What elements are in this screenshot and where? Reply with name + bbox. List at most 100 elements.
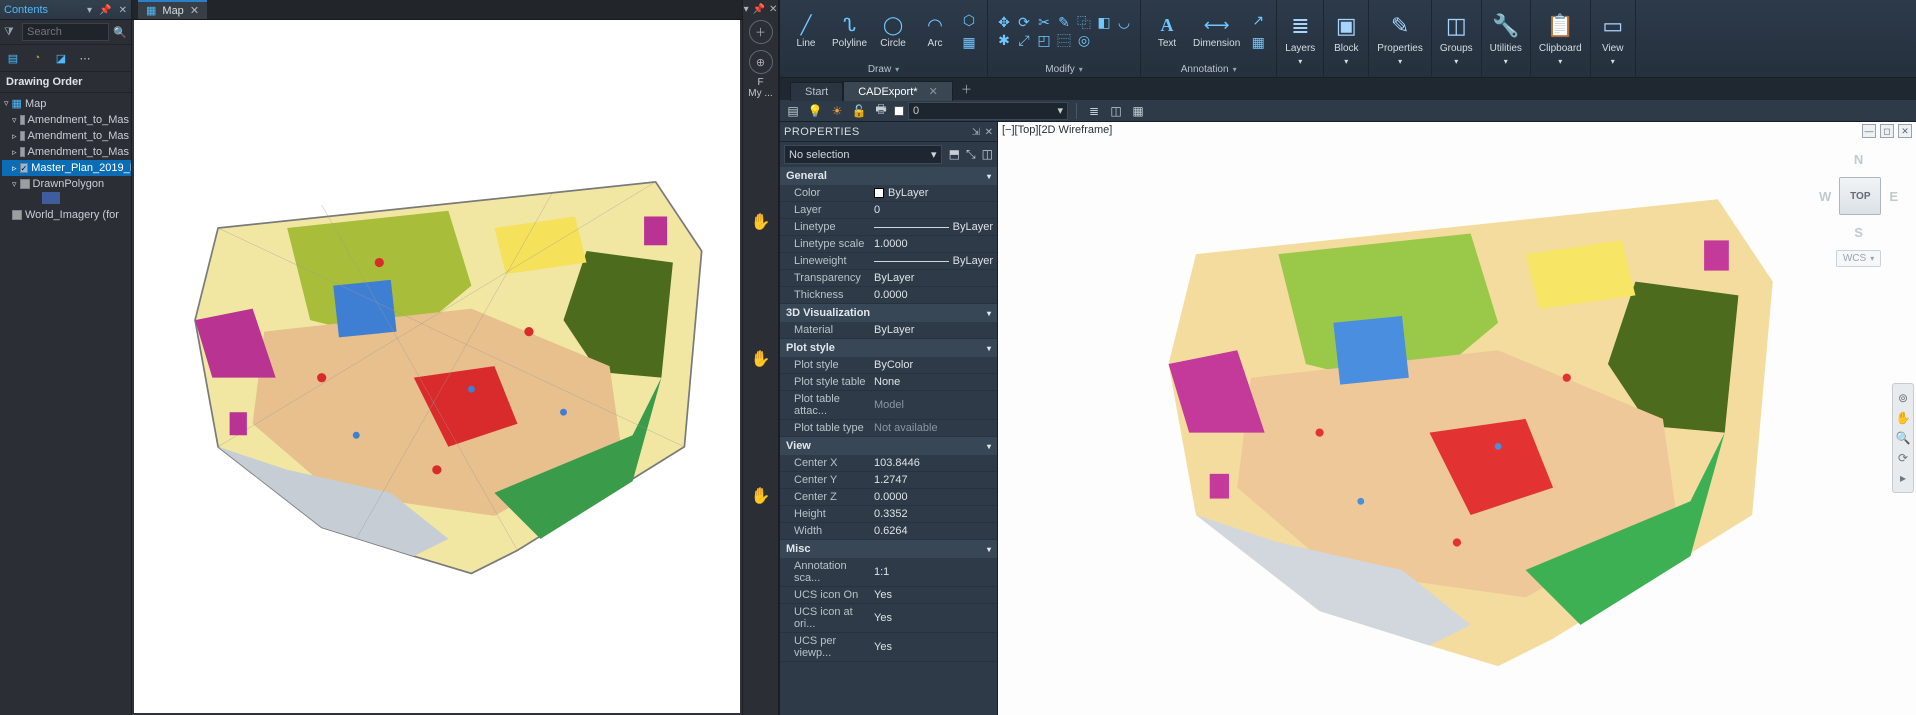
layer-states-icon[interactable]: ≣	[1085, 102, 1103, 120]
close-icon[interactable]: ✕	[929, 86, 938, 98]
close-icon[interactable]: ✕	[190, 4, 199, 17]
orbit-icon[interactable]: ⟳	[1894, 449, 1912, 467]
nav-w[interactable]: W	[1819, 189, 1831, 204]
search-icon[interactable]: 🔍	[113, 26, 127, 39]
map-tab[interactable]: ▦ Map ✕	[138, 0, 207, 19]
layer-checkbox[interactable]: ✓	[20, 163, 29, 173]
pan-tool-icon[interactable]: ✋	[751, 212, 771, 232]
search-input[interactable]	[22, 23, 109, 41]
add-data-icon[interactable]: ＋	[749, 20, 773, 44]
tab-cadexport[interactable]: CADExport* ✕	[843, 81, 953, 101]
minimize-icon[interactable]: —	[1862, 124, 1876, 138]
view-cube[interactable]: N W TOP E S WCS▾	[1819, 152, 1898, 267]
pin-icon[interactable]: 📌	[99, 5, 111, 16]
layer-item[interactable]: ▿ Amendment_to_Mas	[2, 112, 131, 128]
circle-button[interactable]: ◯Circle	[873, 12, 913, 51]
selection-combo[interactable]: No selection▾	[784, 145, 942, 164]
pan-tool-icon[interactable]: ✋	[751, 349, 771, 369]
layer-checkbox[interactable]	[20, 131, 25, 141]
list-by-drawing-order-icon[interactable]: ▤	[4, 49, 22, 67]
layers-button[interactable]: ≣Layers▾	[1277, 0, 1324, 77]
scale-icon[interactable]: ◰	[1034, 32, 1054, 50]
arc-button[interactable]: ◠Arc	[915, 12, 955, 51]
find-icon[interactable]: ⊕	[749, 50, 773, 74]
close-icon[interactable]: ✕	[985, 127, 993, 138]
maximize-icon[interactable]: ◻	[1880, 124, 1894, 138]
line-button[interactable]: ╱Line	[786, 12, 826, 51]
table-icon[interactable]: ▦	[1246, 33, 1270, 53]
layer-item-selected[interactable]: ▹✓ Master_Plan_2019_La	[2, 160, 131, 176]
layer-item[interactable]: World_Imagery (for	[2, 207, 131, 223]
pan-tool-icon[interactable]: ✋	[751, 486, 771, 506]
color-swatch[interactable]	[894, 106, 904, 116]
layer-checkbox[interactable]	[20, 179, 30, 189]
more-icon[interactable]: ⋯	[76, 49, 94, 67]
copy-icon[interactable]: ⿻	[1074, 14, 1094, 32]
offset-icon[interactable]: ◎	[1074, 32, 1094, 50]
erase-icon[interactable]: ✎	[1054, 14, 1074, 32]
clipboard-button[interactable]: 📋Clipboard▾	[1531, 0, 1591, 77]
nav-top-face[interactable]: TOP	[1839, 177, 1881, 215]
close-icon[interactable]: ✕	[769, 4, 777, 15]
layer-checkbox[interactable]	[20, 147, 25, 157]
list-by-selection-icon[interactable]: ◪	[52, 49, 70, 67]
cad-viewport[interactable]: [−][Top][2D Wireframe] — ◻ ✕	[998, 122, 1916, 715]
full-nav-wheel-icon[interactable]: ⊚	[1894, 389, 1912, 407]
cat-general[interactable]: General▾	[780, 167, 997, 185]
map-canvas[interactable]	[134, 20, 740, 713]
leader-icon[interactable]: ↗	[1246, 11, 1270, 31]
layer-combo[interactable]: 0▾	[908, 102, 1068, 120]
layer-props-icon[interactable]: ▤	[784, 102, 802, 120]
stretch-icon[interactable]: ⤢	[1014, 32, 1034, 50]
mini-panel-label[interactable]: My ...	[748, 88, 772, 103]
fillet-icon[interactable]: ◡	[1114, 14, 1134, 32]
view-label[interactable]: [−][Top][2D Wireframe]	[1002, 124, 1112, 136]
cat-misc[interactable]: Misc▾	[780, 540, 997, 558]
map-node[interactable]: ▿ ▦ Map	[2, 95, 131, 112]
chevron-down-icon[interactable]: ▾	[895, 65, 899, 74]
pin-icon[interactable]: ⇲	[972, 127, 981, 138]
text-button[interactable]: AText	[1147, 12, 1187, 51]
utilities-button[interactable]: 🔧Utilities▾	[1482, 0, 1531, 77]
lock-icon[interactable]: 🔓	[850, 102, 868, 120]
pick-icon[interactable]: ◫	[982, 147, 993, 161]
close-icon[interactable]: ✕	[1898, 124, 1912, 138]
pin-icon[interactable]: ▾	[744, 4, 749, 15]
filter-icon[interactable]: ⧩	[4, 26, 18, 39]
layer-item[interactable]: ▿ DrawnPolygon	[2, 176, 131, 192]
mirror-icon[interactable]: ◧	[1094, 14, 1114, 32]
dropdown-icon[interactable]: ▾	[87, 5, 92, 16]
cat-plot[interactable]: Plot style▾	[780, 339, 997, 357]
nav-s[interactable]: S	[1854, 225, 1863, 240]
nav-e[interactable]: E	[1889, 189, 1898, 204]
sun-icon[interactable]: ☀	[828, 102, 846, 120]
properties-button[interactable]: ✎Properties▾	[1369, 0, 1432, 77]
explode-icon[interactable]: ✱	[994, 32, 1014, 50]
print-icon[interactable]: 🖶	[872, 102, 890, 120]
add-tab-button[interactable]: ＋	[953, 78, 980, 100]
rotate-icon[interactable]: ⟳	[1014, 14, 1034, 32]
select-objects-icon[interactable]: ⤡	[966, 147, 976, 161]
view-button[interactable]: ▭View▾	[1591, 0, 1636, 77]
array-icon[interactable]: ⿳	[1054, 32, 1074, 50]
cat-view[interactable]: View▾	[780, 437, 997, 455]
move-icon[interactable]: ✥	[994, 14, 1014, 32]
pan-icon[interactable]: ✋	[1894, 409, 1912, 427]
polyline-button[interactable]: ᔐPolyline	[828, 12, 871, 51]
list-by-source-icon[interactable]: ◔	[28, 49, 46, 67]
layer-item[interactable]: ▹ Amendment_to_Mas	[2, 128, 131, 144]
wcs-dropdown[interactable]: WCS▾	[1836, 250, 1881, 267]
layer-checkbox[interactable]	[20, 115, 25, 125]
bulb-icon[interactable]: 💡	[806, 102, 824, 120]
close-icon[interactable]: ✕	[119, 5, 127, 16]
layer-item[interactable]: ▹ Amendment_to_Mas	[2, 144, 131, 160]
tab-start[interactable]: Start	[790, 82, 843, 101]
layer-checkbox[interactable]	[12, 210, 22, 220]
block-button[interactable]: ▣Block▾	[1324, 0, 1369, 77]
quick-select-icon[interactable]: ⬒	[949, 147, 960, 161]
dimension-button[interactable]: ⟷Dimension	[1189, 12, 1244, 51]
draw-misc-icon[interactable]: ▦	[957, 33, 981, 53]
groups-button[interactable]: ◫Groups▾	[1432, 0, 1482, 77]
chevron-down-icon[interactable]: ▾	[1233, 65, 1237, 74]
draw-misc-icon[interactable]: ⬡	[957, 11, 981, 31]
